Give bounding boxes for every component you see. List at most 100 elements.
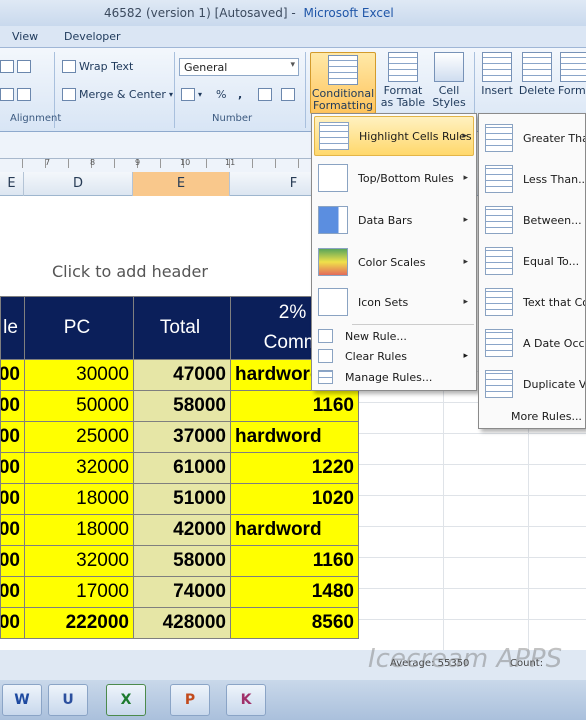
menu-item-duplicate-values[interactable]: Duplicate Valu	[481, 364, 585, 404]
taskbar-word-icon[interactable]: W	[2, 684, 42, 716]
cell-styles-button[interactable]: Cell Styles	[428, 52, 470, 109]
table-cell[interactable]: 00	[0, 452, 25, 484]
tab-developer[interactable]: Developer	[64, 30, 121, 43]
horizontal-ruler: 7 8 9 10 11	[0, 158, 320, 168]
table-cell[interactable]: 00	[0, 607, 25, 639]
highlight-cells-icon	[319, 122, 349, 150]
align-buttons[interactable]	[0, 88, 31, 101]
merge-center-button[interactable]: Merge & Center ▾	[62, 88, 173, 101]
ruler-mark: 10	[180, 158, 191, 167]
conditional-formatting-button[interactable]: Conditional Formatting	[310, 52, 376, 114]
table-cell[interactable]: 50000	[24, 390, 134, 422]
menu-item-top-bottom-rules[interactable]: Top/Bottom Rules ▸	[314, 158, 474, 198]
increase-decimal-button[interactable]	[258, 88, 272, 101]
cf-label-2: Formatting	[312, 99, 374, 112]
menu-item-equal-to[interactable]: Equal To...	[481, 241, 585, 281]
table-cell[interactable]: 47000	[133, 359, 231, 391]
table-cell[interactable]: 18000	[24, 514, 134, 546]
table-cell[interactable]: 00	[0, 390, 25, 422]
table-cell[interactable]: 1160	[230, 390, 359, 422]
menu-item-clear-rules[interactable]: Clear Rules ▸	[314, 346, 474, 366]
table-cell[interactable]: 18000	[24, 483, 134, 515]
ruler-mark: 7	[45, 158, 51, 167]
taskbar-network-icon[interactable]: U	[48, 684, 88, 716]
submenu-arrow-icon: ▸	[463, 351, 468, 361]
column-header-d[interactable]: D	[24, 172, 133, 196]
table-cell[interactable]: 428000	[133, 607, 231, 639]
menu-item-manage-rules[interactable]: Manage Rules...	[314, 367, 474, 387]
indent-icon	[0, 60, 14, 73]
highlight-cells-submenu: Greater Than... Less Than... Between... …	[478, 113, 586, 429]
menu-item-label: New Rule...	[345, 329, 407, 343]
percent-button[interactable]: %	[216, 88, 226, 101]
taskbar-key-icon[interactable]: K	[226, 684, 266, 716]
header-cell-total[interactable]: Total	[133, 296, 231, 360]
header-cell-pc[interactable]: PC	[24, 296, 134, 360]
date-occurring-icon	[485, 329, 513, 357]
table-cell[interactable]: 30000	[24, 359, 134, 391]
table-cell[interactable]: 8560	[230, 607, 359, 639]
insert-button[interactable]: Insert	[478, 52, 516, 97]
menu-item-data-bars[interactable]: Data Bars ▸	[314, 200, 474, 240]
table-cell[interactable]: 1020	[230, 483, 359, 515]
menu-item-color-scales[interactable]: Color Scales ▸	[314, 242, 474, 282]
between-icon	[485, 206, 513, 234]
header-cell[interactable]: le	[0, 296, 25, 360]
number-format-combo[interactable]: General	[179, 58, 299, 76]
indent-buttons[interactable]	[0, 60, 31, 73]
menu-divider	[352, 324, 474, 325]
table-cell[interactable]: 00	[0, 576, 25, 608]
table-cell[interactable]: 74000	[133, 576, 231, 608]
paragraph-icon	[17, 60, 31, 73]
table-cell[interactable]: 00	[0, 359, 25, 391]
decrease-decimal-button[interactable]	[281, 88, 295, 101]
table-cell[interactable]: 42000	[133, 514, 231, 546]
menu-item-between[interactable]: Between...	[481, 200, 585, 240]
taskbar-excel-icon[interactable]: X	[106, 684, 146, 716]
menu-item-more-rules[interactable]: More Rules...	[511, 410, 582, 423]
table-cell[interactable]: 61000	[133, 452, 231, 484]
table-cell[interactable]: 1220	[230, 452, 359, 484]
table-cell[interactable]: 51000	[133, 483, 231, 515]
menu-item-label: Equal To...	[523, 254, 580, 268]
wrap-text-button[interactable]: Wrap Text	[62, 60, 133, 73]
taskbar-powerpoint-icon[interactable]: P	[170, 684, 210, 716]
submenu-arrow-icon: ▸	[463, 297, 468, 307]
table-cell[interactable]: 00	[0, 483, 25, 515]
table-cell[interactable]: 1480	[230, 576, 359, 608]
table-cell[interactable]: 32000	[24, 452, 134, 484]
header-percent: 2%	[278, 302, 307, 323]
currency-button[interactable]: ▾	[181, 88, 202, 101]
comma-button[interactable]: ,	[238, 88, 242, 101]
table-cell[interactable]: 222000	[24, 607, 134, 639]
page-header-prompt[interactable]: Click to add header	[52, 262, 208, 281]
format-button[interactable]: Forma	[558, 52, 586, 97]
column-header-e[interactable]: E	[133, 172, 230, 196]
table-cell[interactable]: 00	[0, 421, 25, 453]
table-cell[interactable]: 17000	[24, 576, 134, 608]
table-cell[interactable]: hardword	[230, 421, 359, 453]
menu-item-icon-sets[interactable]: Icon Sets ▸	[314, 282, 474, 322]
separator	[305, 52, 306, 128]
menu-item-label: Less Than...	[523, 172, 586, 186]
menu-item-less-than[interactable]: Less Than...	[481, 159, 586, 199]
menu-item-new-rule[interactable]: New Rule...	[314, 326, 474, 346]
table-cell[interactable]: 25000	[24, 421, 134, 453]
menu-item-date-occurring[interactable]: A Date Occurr	[481, 323, 585, 363]
menu-item-highlight-cells-rules[interactable]: Highlight Cells Rules ▸	[314, 116, 474, 156]
delete-button[interactable]: Delete	[518, 52, 556, 97]
menu-item-greater-than[interactable]: Greater Than...	[481, 118, 585, 158]
delete-icon	[522, 52, 552, 82]
tab-view[interactable]: View	[12, 30, 38, 43]
menu-item-text-that-contains[interactable]: Text that Con	[481, 282, 585, 322]
table-cell[interactable]: 1160	[230, 545, 359, 577]
format-as-table-button[interactable]: Format as Table	[378, 52, 428, 109]
table-cell[interactable]: 58000	[133, 545, 231, 577]
table-cell[interactable]: 32000	[24, 545, 134, 577]
table-cell[interactable]: hardword	[230, 514, 359, 546]
column-header-e-left[interactable]: E	[0, 172, 24, 196]
table-cell[interactable]: 00	[0, 545, 25, 577]
table-cell[interactable]: 00	[0, 514, 25, 546]
table-cell[interactable]: 37000	[133, 421, 231, 453]
table-cell[interactable]: 58000	[133, 390, 231, 422]
